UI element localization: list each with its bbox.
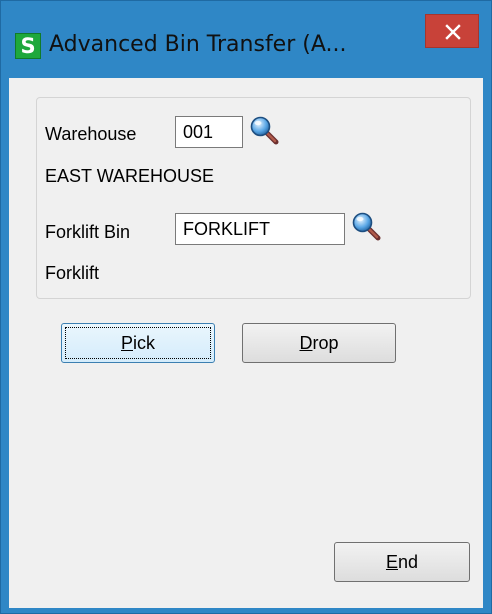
close-icon: [445, 24, 461, 40]
drop-button[interactable]: Drop: [242, 323, 396, 363]
end-button[interactable]: End: [334, 542, 470, 582]
forklift-bin-description: Forklift: [45, 263, 99, 283]
app-window: S Advanced Bin Transfer (A... Warehouse: [0, 0, 492, 614]
dialog-client-area: Warehouse EAST WAR: [9, 78, 483, 608]
lookup-group: Warehouse EAST WAR: [36, 97, 471, 299]
sage-app-icon: S: [15, 33, 41, 59]
close-button[interactable]: [425, 14, 479, 48]
drop-accelerator: D: [299, 333, 313, 353]
end-label: nd: [397, 552, 419, 572]
warehouse-input[interactable]: [175, 116, 243, 148]
warehouse-lookup-button[interactable]: [249, 115, 279, 145]
magnifier-icon: [250, 116, 279, 145]
forklift-bin-label: Forklift Bin: [45, 222, 131, 242]
pick-button[interactable]: Pick: [61, 323, 215, 363]
end-accelerator: E: [385, 552, 398, 572]
forklift-bin-input[interactable]: [175, 213, 345, 245]
drop-label: rop: [312, 333, 339, 353]
warehouse-description: EAST WAREHOUSE: [45, 166, 215, 186]
warehouse-label: Warehouse: [45, 124, 137, 144]
magnifier-icon: [352, 212, 381, 241]
window-title: Advanced Bin Transfer (A...: [49, 32, 347, 57]
focus-ring: [65, 327, 211, 359]
forklift-bin-lookup-button[interactable]: [351, 211, 381, 241]
title-bar[interactable]: S Advanced Bin Transfer (A...: [1, 1, 491, 81]
